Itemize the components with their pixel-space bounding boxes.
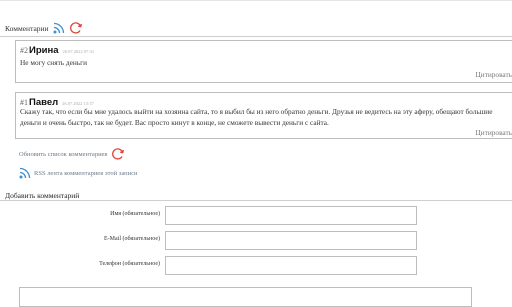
add-comment-title: Добавить комментарий — [5, 191, 80, 200]
name-input[interactable] — [165, 206, 417, 225]
refresh-icon[interactable] — [69, 21, 83, 35]
rss-icon[interactable] — [52, 21, 66, 35]
comment-text: Скажу так, что если бы мне удалось выйти… — [20, 107, 493, 127]
comments-header: Комментарии — [5, 20, 83, 36]
comment-text: Не могу снять деньги — [20, 58, 87, 67]
comment-item: #1 Павел 26.07.2022 13:37 Скажу так, что… — [15, 92, 512, 139]
comments-title: Комментарии — [5, 23, 49, 33]
comment-number: #2 — [20, 46, 28, 55]
form-divider — [0, 200, 512, 201]
rss-comments-link[interactable]: RSS лента комментариев этой записи — [15, 166, 137, 180]
quote-link[interactable]: Цитировать — [476, 70, 512, 79]
email-label: E-Mail (обязательное) — [104, 236, 160, 242]
quote-link[interactable]: Цитировать — [476, 128, 512, 137]
comment-header: #2 Ирина 26.07.2022 07:31 — [20, 45, 94, 56]
comment-date: 26.07.2022 07:31 — [62, 49, 95, 54]
refresh-icon[interactable] — [111, 147, 125, 161]
refresh-label: Обновить список комментариев — [19, 150, 108, 158]
name-label: Имя (обязательное) — [110, 211, 160, 217]
comment-textarea[interactable] — [19, 287, 472, 307]
refresh-comments-link[interactable]: Обновить список комментариев — [17, 147, 125, 161]
comment-author: Ирина — [29, 45, 59, 56]
rss-icon[interactable] — [18, 166, 32, 180]
phone-input[interactable] — [165, 256, 417, 275]
rss-label: RSS лента комментариев этой записи — [34, 169, 138, 177]
phone-label: Телефон (обязательное) — [99, 261, 160, 267]
email-input[interactable] — [165, 231, 417, 250]
comment-item: #2 Ирина 26.07.2022 07:31 Не могу снять … — [15, 40, 512, 83]
top-divider — [0, 0, 512, 1]
header-divider — [0, 36, 512, 37]
